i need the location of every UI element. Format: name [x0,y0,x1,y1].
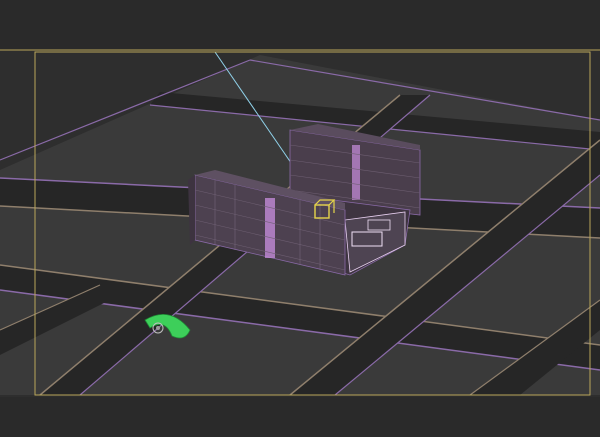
viewport-perspective[interactable] [0,0,600,437]
scene-canvas[interactable] [0,0,600,437]
